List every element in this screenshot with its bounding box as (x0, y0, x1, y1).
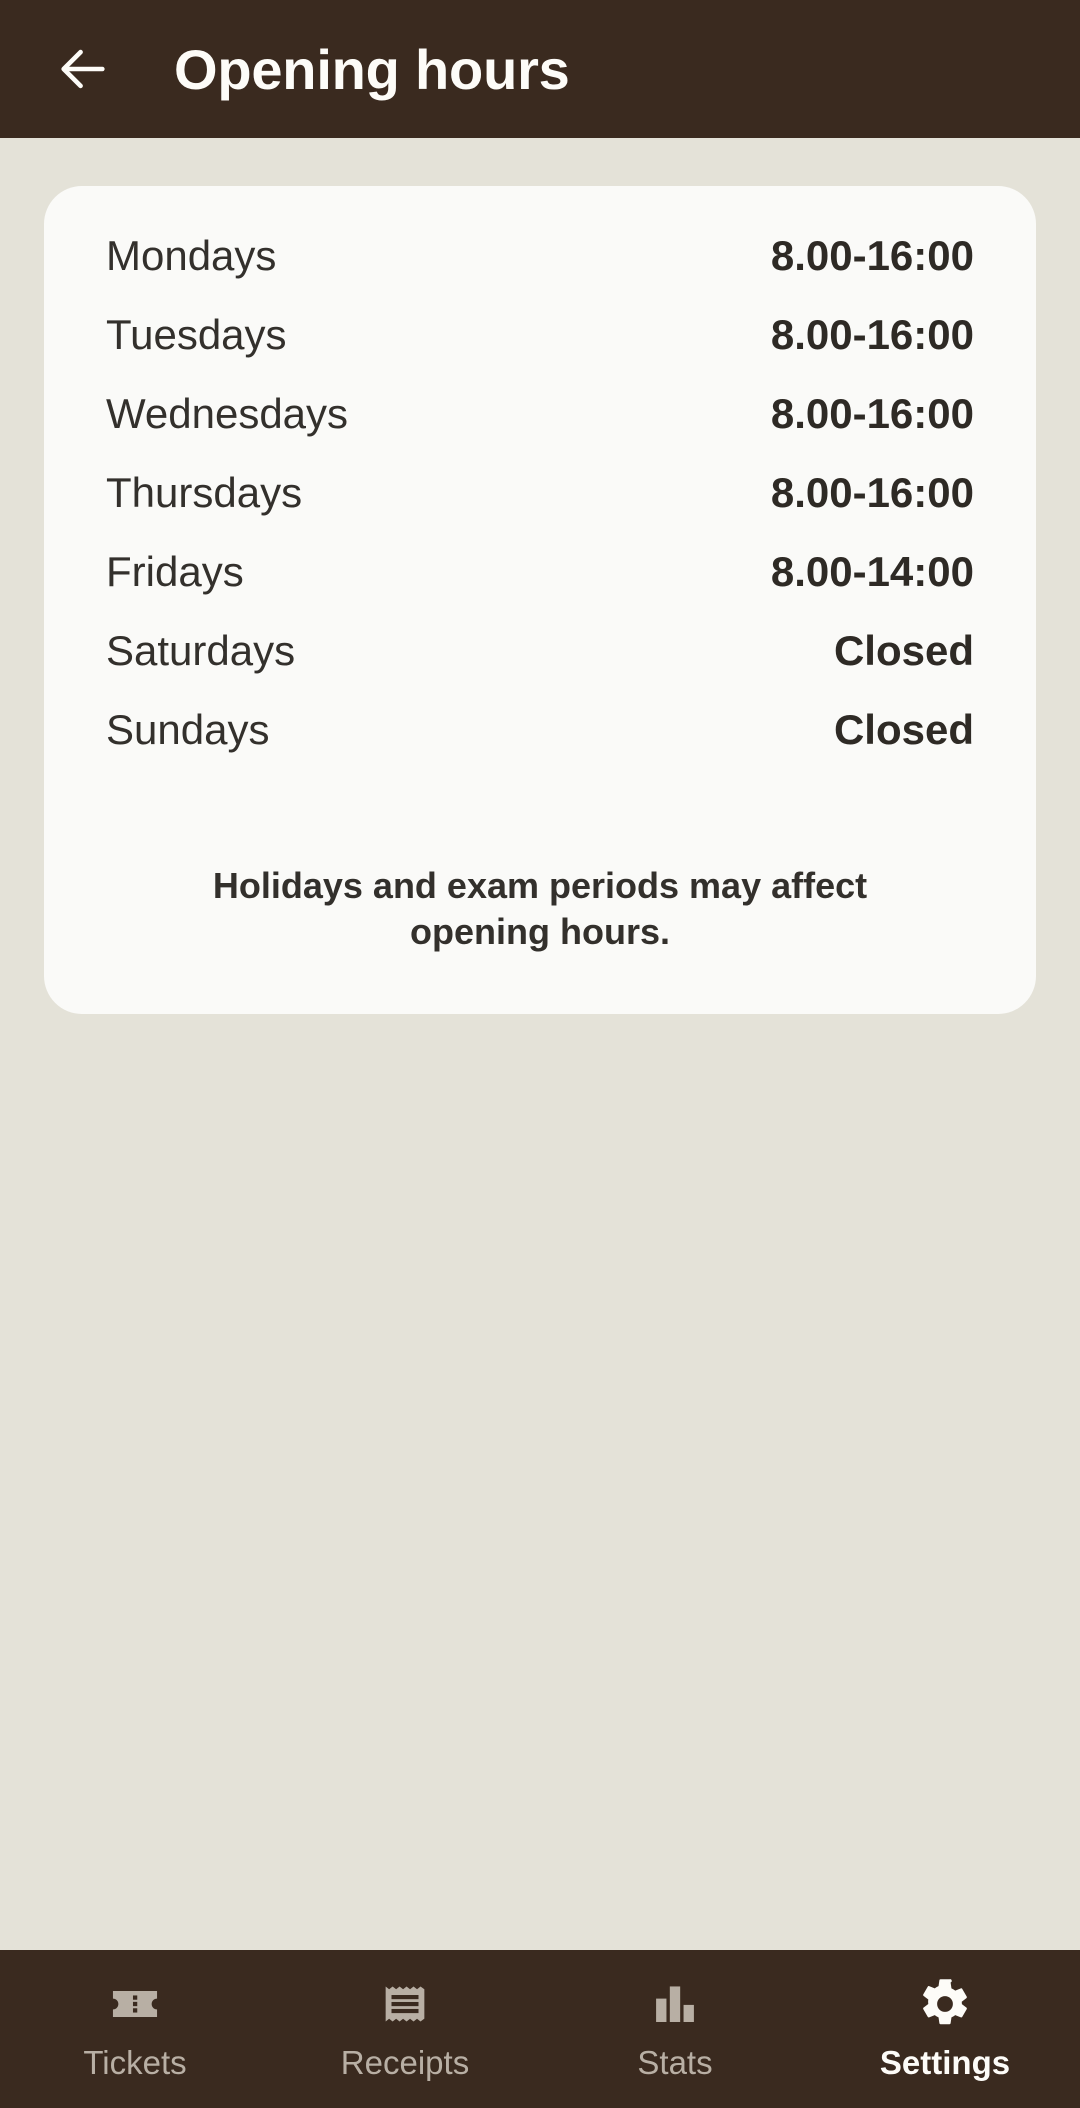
app-bar: Opening hours (0, 0, 1080, 138)
day-hours: 8.00-16:00 (770, 232, 974, 279)
day-label: Tuesdays (106, 311, 287, 358)
day-hours: 8.00-16:00 (770, 390, 974, 437)
nav-label-stats: Stats (637, 2044, 713, 2081)
nav-item-tickets[interactable]: Tickets (0, 1950, 270, 2108)
gear-icon (918, 1976, 972, 2032)
day-hours: Closed (833, 706, 974, 753)
day-label: Mondays (106, 232, 277, 279)
day-label: Thursdays (106, 469, 303, 516)
nav-item-settings[interactable]: Settings (810, 1950, 1080, 2108)
day-hours: 8.00-16:00 (770, 311, 974, 358)
bottom-navigation-bar: Tickets Receipts Stats Settings (0, 1950, 1080, 2108)
receipt-icon (378, 1976, 432, 2032)
day-hours: 8.00-14:00 (770, 548, 974, 595)
ticket-icon (108, 1976, 162, 2032)
day-hours: 8.00-16:00 (770, 469, 974, 516)
day-label: Sundays (106, 706, 270, 753)
opening-hours-note: Holidays and exam periods may affect ope… (212, 865, 868, 953)
day-label: Wednesdays (106, 390, 349, 437)
arrow-left-icon (54, 40, 112, 98)
day-label: Saturdays (106, 627, 296, 674)
back-button[interactable] (44, 30, 122, 108)
day-label: Fridays (106, 548, 244, 595)
table-row: Mondays 8.00-16:00 (106, 232, 974, 311)
table-row: Sundays Closed (106, 706, 974, 785)
nav-label-settings: Settings (879, 2044, 1011, 2081)
bar-chart-icon (648, 1976, 702, 2032)
page-title: Opening hours (174, 37, 570, 101)
table-row: Thursdays 8.00-16:00 (106, 469, 974, 548)
nav-label-tickets: Tickets (83, 2044, 187, 2081)
opening-hours-card: Mondays 8.00-16:00 Tuesdays 8.00-16:00 W… (44, 186, 1036, 1014)
table-row: Saturdays Closed (106, 627, 974, 706)
nav-item-stats[interactable]: Stats (540, 1950, 810, 2108)
table-row: Tuesdays 8.00-16:00 (106, 311, 974, 390)
nav-item-receipts[interactable]: Receipts (270, 1950, 540, 2108)
nav-label-receipts: Receipts (340, 2044, 470, 2081)
table-row: Wednesdays 8.00-16:00 (106, 390, 974, 469)
opening-hours-list: Mondays 8.00-16:00 Tuesdays 8.00-16:00 W… (106, 232, 974, 785)
table-row: Fridays 8.00-14:00 (106, 548, 974, 627)
day-hours: Closed (833, 627, 974, 674)
